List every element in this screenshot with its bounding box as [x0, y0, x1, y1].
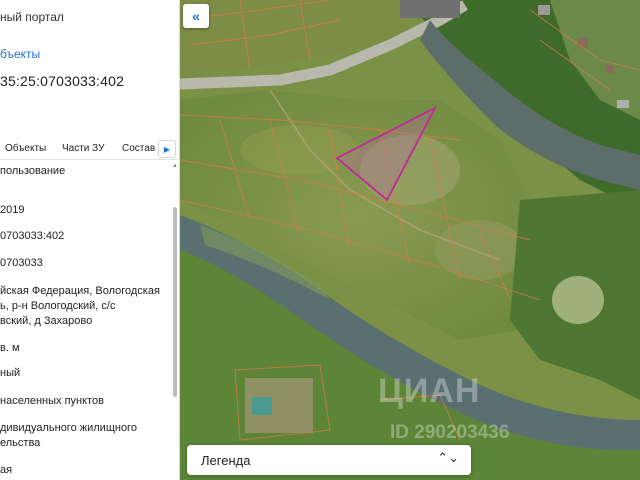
info-panel: ный портал бъекты 35:25:0703033:402 Объе…: [0, 0, 180, 480]
attr-category: населенных пунктов: [0, 395, 104, 407]
attr-cadastral-number: 0703033:402: [0, 230, 65, 242]
attr-address: йская Федерация, Вологодская ь, р-н Воло…: [0, 285, 160, 327]
satellite-map[interactable]: « ЦИАН ID 290203436 Легенда ⌃⌄: [180, 0, 640, 480]
attr-date: 2019: [0, 204, 25, 216]
attr-usage: пользование: [0, 165, 66, 177]
watermark-id: ID 290203436: [390, 422, 510, 443]
tab-parts[interactable]: Части ЗУ: [62, 143, 104, 154]
scroll-up-icon[interactable]: ▲: [172, 163, 178, 171]
attr-extra: ая: [0, 464, 13, 476]
tabs-next-button[interactable]: ▶: [158, 140, 176, 158]
tab-objects[interactable]: Объекты: [5, 143, 46, 154]
portal-title: ный портал: [0, 10, 64, 24]
chevron-up-down-icon: ⌃⌄: [437, 450, 459, 465]
panel-scrollbar[interactable]: ▲: [172, 163, 178, 480]
attr-cadastral-quarter: 0703033: [0, 257, 43, 269]
watermark-logo: ЦИАН: [378, 372, 481, 410]
collapse-panel-button[interactable]: «: [183, 4, 209, 28]
attr-area: в. м: [0, 342, 20, 354]
cadastral-number: 35:25:0703033:402: [0, 73, 125, 89]
tab-composition[interactable]: Состав: [122, 143, 155, 154]
legend-select[interactable]: Легенда ⌃⌄: [187, 445, 471, 475]
legend-label: Легенда: [201, 453, 251, 468]
scroll-thumb[interactable]: [173, 207, 177, 397]
objects-link[interactable]: бъекты: [0, 47, 40, 61]
attr-permitted-use: дивидуального жилищного ельства: [0, 422, 137, 449]
tab-bar: Объекты Части ЗУ Состав ▶: [0, 138, 179, 160]
chevron-right-icon: ▶: [163, 144, 171, 154]
attr-status: ный: [0, 367, 21, 379]
double-chevron-left-icon: «: [192, 8, 200, 24]
